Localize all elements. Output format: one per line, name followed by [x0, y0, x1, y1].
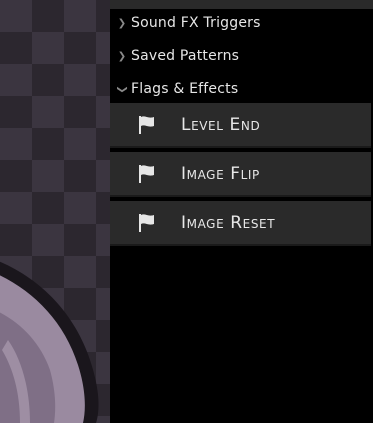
chevron-down-icon: ❯ [116, 84, 128, 94]
flag-item-level-end[interactable]: Level End [110, 103, 371, 148]
chevron-right-icon: ❯ [117, 17, 127, 29]
flag-item-label: Image Reset [181, 212, 276, 233]
tree-section-label: Sound FX Triggers [131, 15, 261, 31]
flag-item-label: Image Flip [181, 163, 260, 184]
library-panel: ❯ Sound FX Triggers ❯ Saved Patterns ❯ F… [110, 0, 373, 423]
level-canvas[interactable] [0, 0, 110, 423]
flag-item-label: Level End [181, 114, 261, 135]
tree-section-label: Saved Patterns [131, 48, 240, 64]
character-sprite [0, 261, 99, 423]
flag-icon [139, 115, 154, 134]
flag-item-image-flip[interactable]: Image Flip [110, 152, 371, 197]
tree-section-saved-patterns[interactable]: ❯ Saved Patterns [110, 44, 239, 68]
tree-section-label: Flags & Effects [131, 81, 239, 97]
flag-icon [139, 164, 154, 183]
flag-item-image-reset[interactable]: Image Reset [110, 201, 371, 246]
chevron-right-icon: ❯ [117, 50, 127, 62]
tree-section-sound-fx-triggers[interactable]: ❯ Sound FX Triggers [110, 11, 261, 35]
tree-section-flags-effects[interactable]: ❯ Flags & Effects [110, 77, 239, 101]
panel-top-strip [110, 0, 373, 9]
editor-window: ❯ Sound FX Triggers ❯ Saved Patterns ❯ F… [0, 0, 373, 423]
flag-icon [139, 213, 154, 232]
